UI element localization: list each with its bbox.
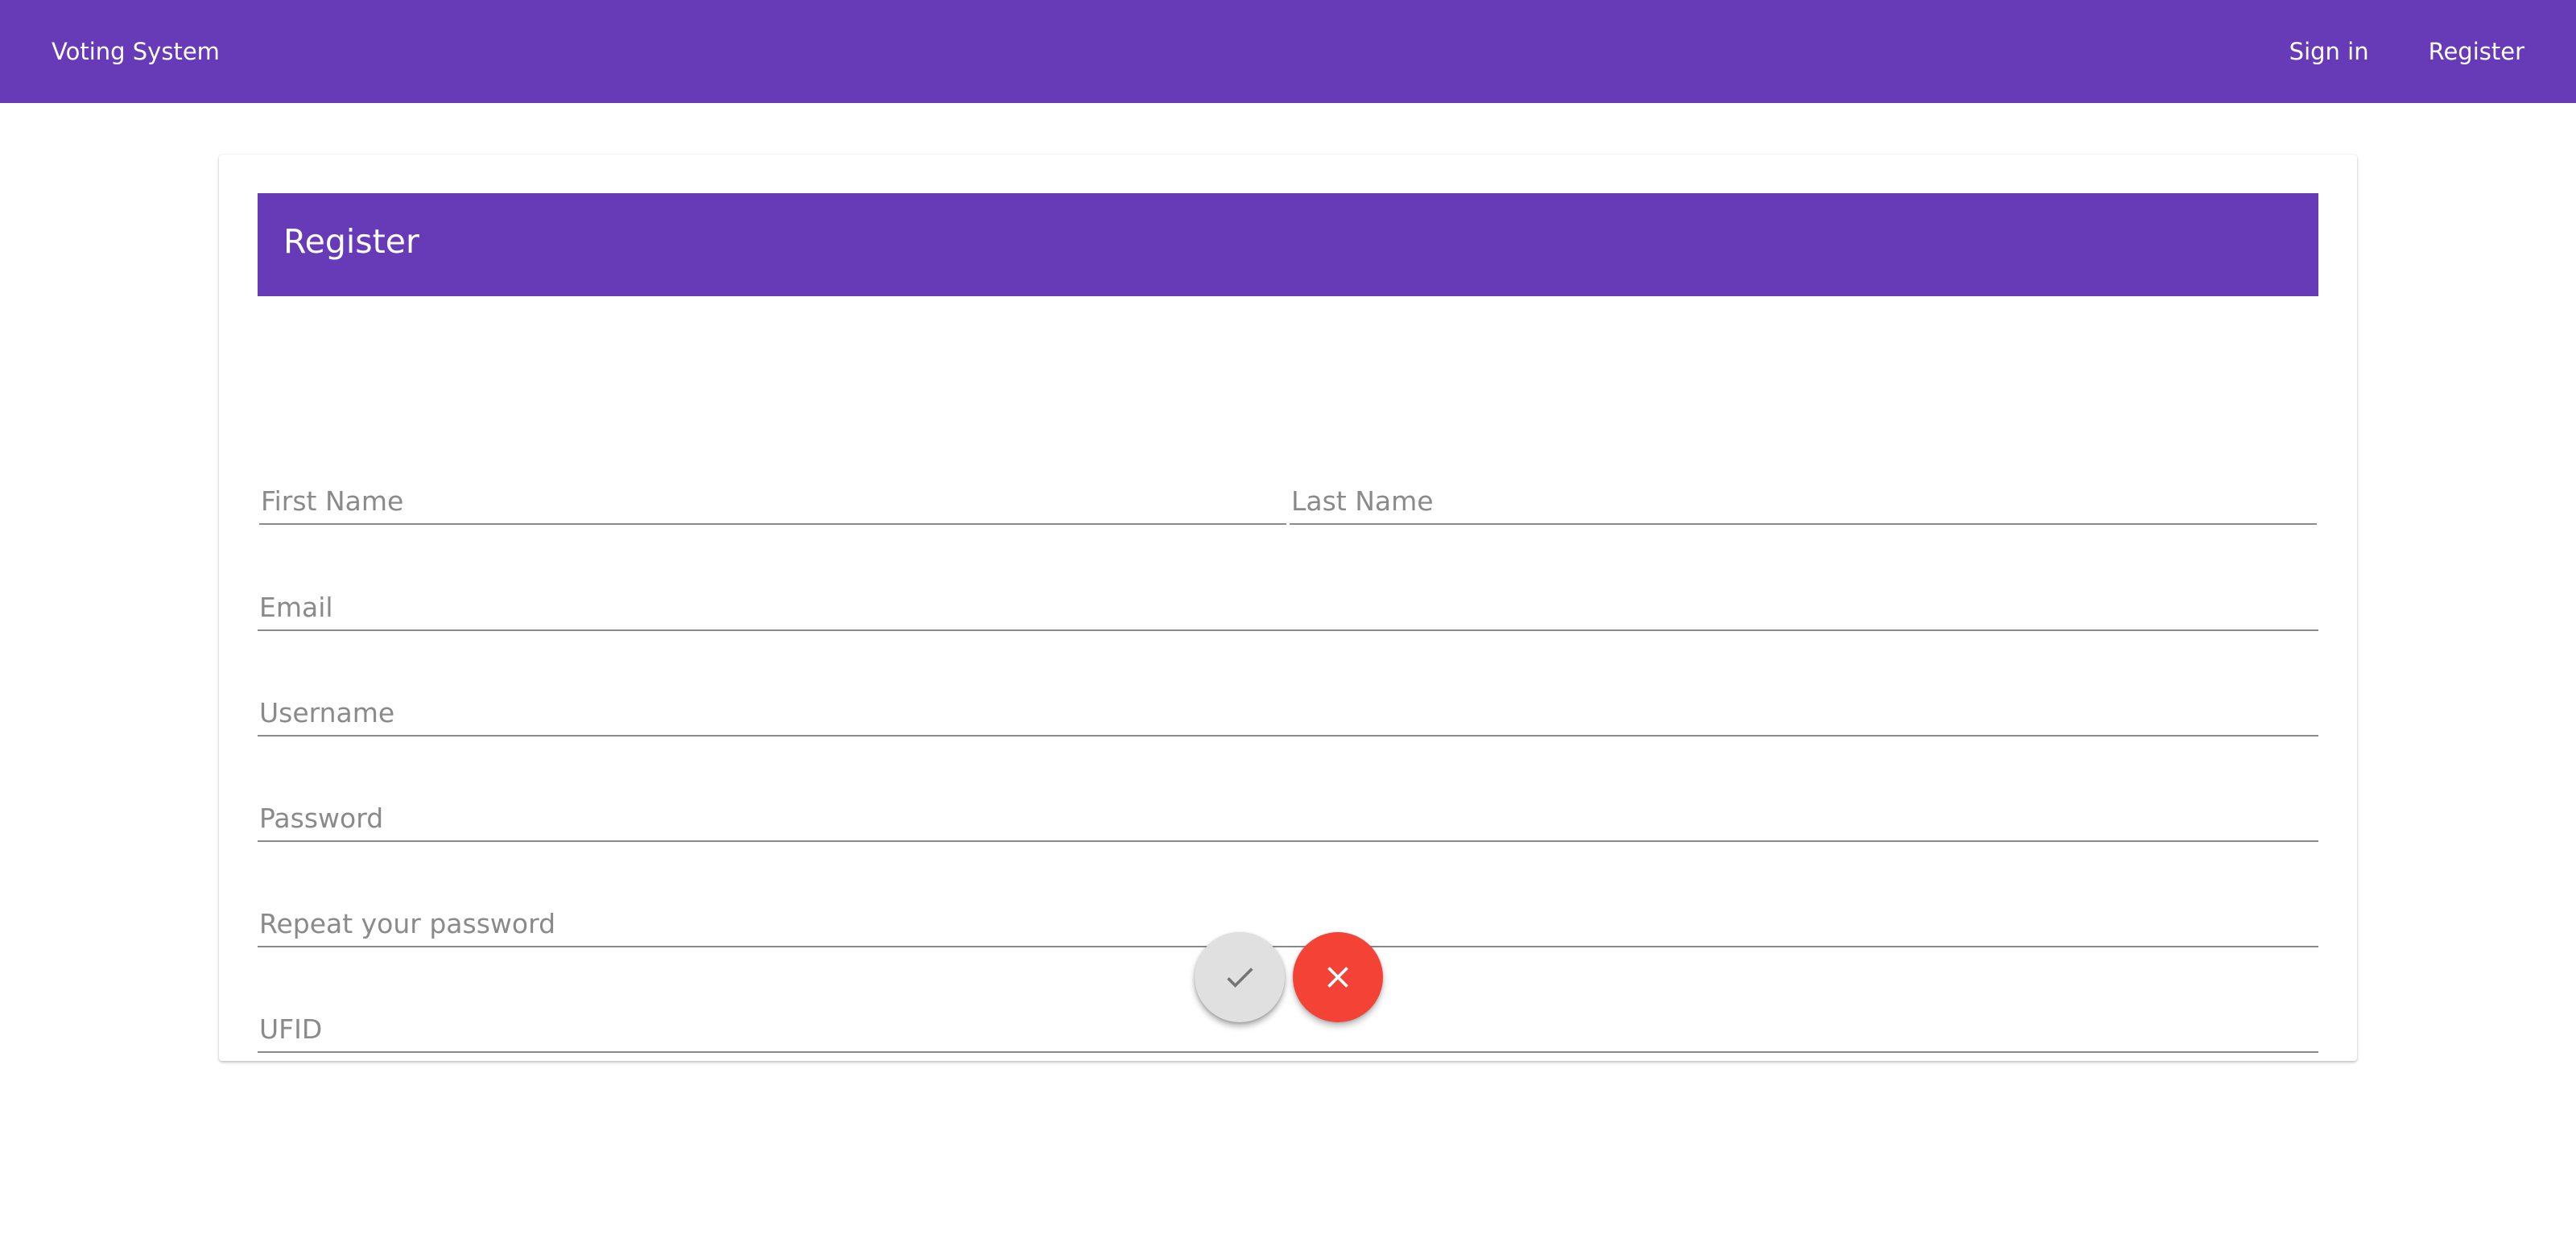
sign-in-link[interactable]: Sign in xyxy=(2289,38,2369,65)
register-card: Register xyxy=(219,155,2357,1061)
username-field xyxy=(258,685,2318,737)
last-name-input[interactable] xyxy=(1290,485,2317,517)
app-toolbar: Voting System Sign in Register xyxy=(0,0,2576,103)
form-actions xyxy=(219,932,2357,1025)
top-nav: Sign in Register xyxy=(2289,0,2524,103)
register-title: Register xyxy=(283,222,419,261)
register-card-header: Register xyxy=(258,193,2318,296)
check-icon xyxy=(1227,968,1253,988)
last-name-field xyxy=(1290,473,2317,525)
username-input[interactable] xyxy=(258,697,2318,728)
password-field xyxy=(258,790,2318,842)
first-name-field xyxy=(259,473,1286,525)
close-icon xyxy=(1327,967,1348,988)
register-link[interactable]: Register xyxy=(2429,38,2524,65)
password-input[interactable] xyxy=(258,803,2318,834)
cancel-button[interactable] xyxy=(1293,932,1383,1022)
email-input[interactable] xyxy=(258,592,2318,623)
first-name-input[interactable] xyxy=(259,485,1286,517)
email-field xyxy=(258,580,2318,631)
submit-button[interactable] xyxy=(1195,932,1285,1022)
app-title: Voting System xyxy=(52,38,220,65)
